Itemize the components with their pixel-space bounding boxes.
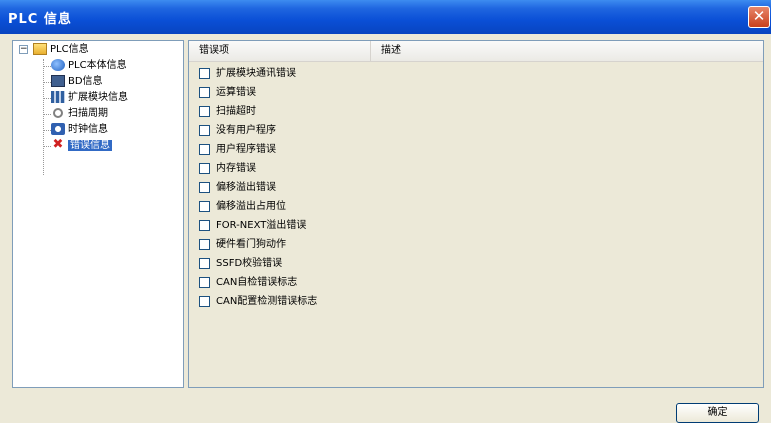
list-item[interactable]: 运算错误 [199, 84, 256, 102]
column-header-description[interactable]: 描述 [371, 41, 763, 61]
list-item[interactable]: SSFD校验错误 [199, 255, 282, 273]
tree-item-bd[interactable]: BD信息 [51, 74, 103, 90]
plc-body-icon [51, 59, 65, 71]
title-bar: PLC 信息 ✕ [0, 0, 771, 34]
list-item[interactable]: 用户程序错误 [199, 141, 276, 159]
checkbox[interactable] [199, 276, 210, 288]
list-item[interactable]: 扫描超时 [199, 103, 256, 121]
list-item[interactable]: CAN自检错误标志 [199, 274, 297, 292]
tree-item-clock[interactable]: 时钟信息 [51, 122, 108, 138]
tree-item-error[interactable]: ✖ 错误信息 [51, 138, 112, 154]
checkbox[interactable] [199, 105, 210, 117]
extension-module-icon [51, 91, 65, 103]
close-button[interactable]: ✕ [748, 6, 770, 28]
checkbox[interactable] [199, 143, 210, 155]
checkbox[interactable] [199, 200, 210, 212]
error-list: 错误项 描述 扩展模块通讯错误 运算错误 扫描超时 没有用户程序 用户程序错误 … [188, 40, 764, 388]
list-item[interactable]: CAN配置检测错误标志 [199, 293, 317, 311]
list-item[interactable]: 硬件看门狗动作 [199, 236, 286, 254]
tree-root[interactable]: PLC信息 [33, 42, 89, 58]
tree-item-plc-body[interactable]: PLC本体信息 [51, 58, 127, 74]
ok-button[interactable]: 确定 [676, 403, 759, 423]
checkbox[interactable] [199, 86, 210, 98]
list-item[interactable]: 扩展模块通讯错误 [199, 65, 296, 83]
bd-board-icon [51, 75, 65, 87]
list-item[interactable]: 内存错误 [199, 160, 256, 178]
list-item[interactable]: 偏移溢出占用位 [199, 198, 286, 216]
tree-collapse-icon[interactable]: − [19, 45, 28, 54]
error-icon: ✖ [52, 137, 64, 152]
list-item[interactable]: 没有用户程序 [199, 122, 276, 140]
checkbox[interactable] [199, 162, 210, 174]
checkbox[interactable] [199, 295, 210, 307]
checkbox[interactable] [199, 124, 210, 136]
clock-icon [51, 123, 65, 135]
column-header-error-item[interactable]: 错误项 [189, 41, 371, 61]
list-item[interactable]: 偏移溢出错误 [199, 179, 276, 197]
window-title: PLC 信息 [8, 12, 72, 27]
tree-item-scan-cycle[interactable]: 扫描周期 [51, 106, 108, 122]
list-item[interactable]: FOR-NEXT溢出错误 [199, 217, 306, 235]
info-tree: − PLC信息 PLC本体信息 BD信息 扩展模块信息 扫描周期 时钟信息 ✖ 错… [12, 40, 184, 388]
scan-cycle-icon [53, 108, 63, 118]
checkbox[interactable] [199, 181, 210, 193]
checkbox[interactable] [199, 238, 210, 250]
list-header: 错误项 描述 [189, 41, 763, 62]
checkbox[interactable] [199, 219, 210, 231]
folder-icon [33, 43, 47, 55]
tree-item-extension[interactable]: 扩展模块信息 [51, 90, 128, 106]
checkbox[interactable] [199, 67, 210, 79]
checkbox[interactable] [199, 257, 210, 269]
